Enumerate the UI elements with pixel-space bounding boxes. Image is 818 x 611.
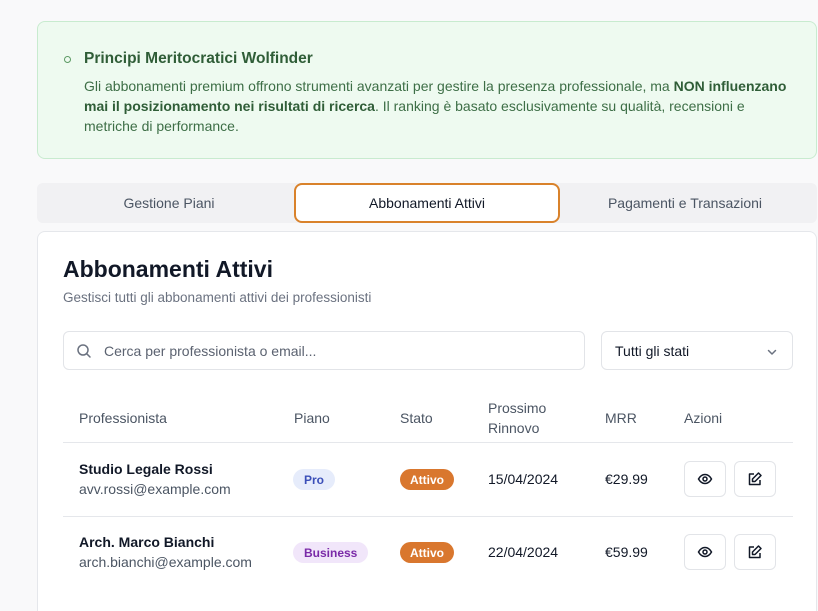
subscriptions-card: Abbonamenti Attivi Gestisci tutti gli ab… [37,231,817,611]
edit-icon [748,472,762,486]
search-input[interactable] [104,340,574,362]
card-subtitle: Gestisci tutti gli abbonamenti attivi de… [63,290,372,305]
card-title: Abbonamenti Attivi [63,256,273,282]
table-row: Arch. Marco Bianchi arch.bianchi@example… [63,516,793,588]
header-professionista: Professionista [79,410,167,426]
status-filter-select[interactable]: Tutti gli stati [601,331,793,370]
renewal-date: 22/04/2024 [488,544,559,560]
plan-badge: Pro [293,469,336,490]
notice-title: Principi Meritocratici Wolfinder [84,50,313,67]
mrr-value: €29.99 [605,471,648,487]
header-mrr: MRR [605,410,637,426]
edit-button[interactable] [734,534,776,570]
renewal-date: 15/04/2024 [488,471,559,487]
eye-icon [697,546,713,558]
chevron-down-icon [767,349,777,355]
meritocracy-notice: Principi Meritocratici Wolfinder Gli abb… [37,21,817,159]
professional-email: arch.bianchi@example.com [79,554,252,570]
table-row: Studio Legale Rossi avv.rossi@example.co… [63,443,793,515]
edit-icon [748,545,762,559]
tab-gestione-piani[interactable]: Gestione Piani [37,183,301,223]
header-stato: Stato [400,410,433,426]
header-piano: Piano [294,410,330,426]
mrr-value: €59.99 [605,544,648,560]
edit-button[interactable] [734,461,776,497]
status-filter-value: Tutti gli stati [615,343,690,359]
notice-text-before: Gli abbonamenti premium offrono strument… [84,78,674,94]
header-azioni: Azioni [684,410,723,426]
search-box [63,331,585,370]
tab-abbonamenti-attivi[interactable]: Abbonamenti Attivi [294,183,560,223]
eye-icon [697,473,713,485]
tab-pagamenti-transazioni[interactable]: Pagamenti e Transazioni [553,183,817,223]
plan-badge: Business [293,542,369,563]
professional-email: avv.rossi@example.com [79,481,231,497]
view-button[interactable] [684,534,726,570]
status-badge: Attivo [400,542,454,563]
circle-icon [64,56,71,63]
notice-text: Gli abbonamenti premium offrono strument… [84,76,796,136]
professional-name: Arch. Marco Bianchi [79,534,215,550]
professional-name: Studio Legale Rossi [79,461,213,477]
search-icon [77,344,91,358]
tab-bar: Gestione Piani Pagamenti e Transazioni A… [37,183,817,223]
status-badge: Attivo [400,469,454,490]
header-prossimo-rinnovo: Prossimo Rinnovo [488,400,547,436]
view-button[interactable] [684,461,726,497]
